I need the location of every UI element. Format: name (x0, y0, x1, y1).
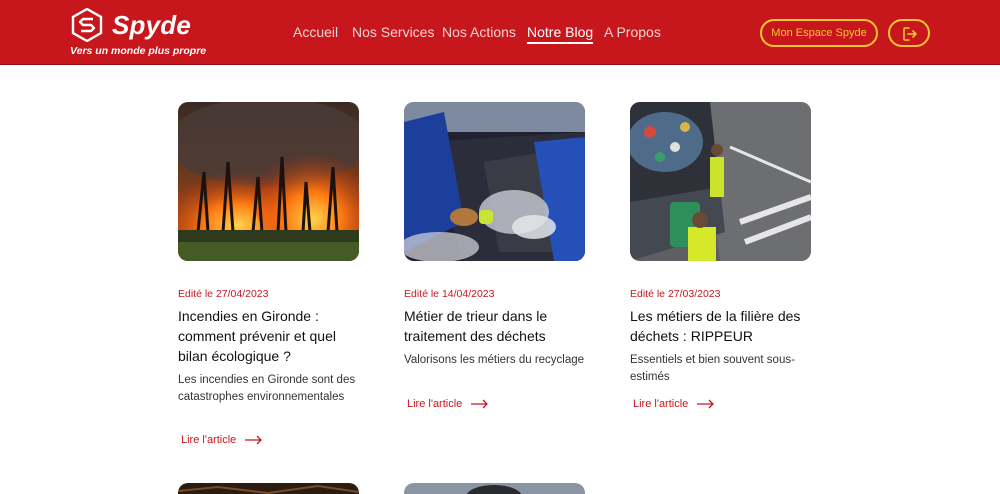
partial-image (404, 483, 585, 494)
article-image-partial[interactable] (178, 483, 359, 494)
article-date: Edité le 27/04/2023 (178, 288, 269, 300)
read-article-link[interactable]: Lire l'article (633, 398, 715, 410)
article-image-garbage-truck[interactable] (630, 102, 811, 261)
article-excerpt: Les incendies en Gironde sont des catast… (178, 374, 356, 403)
read-article-label: Lire l'article (181, 434, 237, 446)
waste-sorting-image (404, 102, 585, 261)
article-title[interactable]: Les métiers de la filière des déchets : … (630, 306, 812, 346)
article-excerpt: Essentiels et bien souvent sous-estimés (630, 354, 795, 383)
arrow-right-icon (471, 399, 489, 409)
spyde-logo-icon (71, 8, 103, 42)
article-date: Edité le 27/03/2023 (630, 288, 721, 300)
read-article-label: Lire l'article (407, 398, 463, 410)
article-image-forest-fire[interactable] (178, 102, 359, 261)
article-date: Edité le 14/04/2023 (404, 288, 495, 300)
garbage-truck-image (630, 102, 811, 261)
article-title[interactable]: Incendies en Gironde : comment prévenir … (178, 306, 360, 366)
mon-espace-button[interactable]: Mon Espace Spyde (760, 19, 878, 47)
logout-icon (903, 27, 917, 41)
brand-logo[interactable]: Spyde Vers un monde plus propre (70, 8, 210, 60)
site-header: Spyde Vers un monde plus propre Accueil … (0, 0, 1000, 65)
nav-item-nos-actions[interactable]: Nos Actions (442, 24, 516, 40)
nav-item-accueil[interactable]: Accueil (293, 24, 338, 40)
article-title[interactable]: Métier de trieur dans le traitement des … (404, 306, 586, 346)
read-article-label: Lire l'article (633, 398, 689, 410)
article-image-partial[interactable] (404, 483, 585, 494)
read-article-link[interactable]: Lire l'article (181, 434, 263, 446)
nav-item-nos-services[interactable]: Nos Services (352, 24, 434, 40)
article-image-waste-sorting[interactable] (404, 102, 585, 261)
article-excerpt: Valorisons les métiers du recyclage (404, 354, 585, 366)
read-article-link[interactable]: Lire l'article (407, 398, 489, 410)
logout-button[interactable] (888, 19, 930, 47)
nav-item-notre-blog[interactable]: Notre Blog (527, 24, 594, 44)
brand-name: Spyde (112, 10, 192, 40)
arrow-right-icon (245, 435, 263, 445)
forest-fire-image (178, 102, 359, 261)
arrow-right-icon (697, 399, 715, 409)
partial-image (178, 483, 359, 494)
nav-item-a-propos[interactable]: A Propos (604, 24, 661, 40)
brand-tagline: Vers un monde plus propre (70, 45, 207, 57)
